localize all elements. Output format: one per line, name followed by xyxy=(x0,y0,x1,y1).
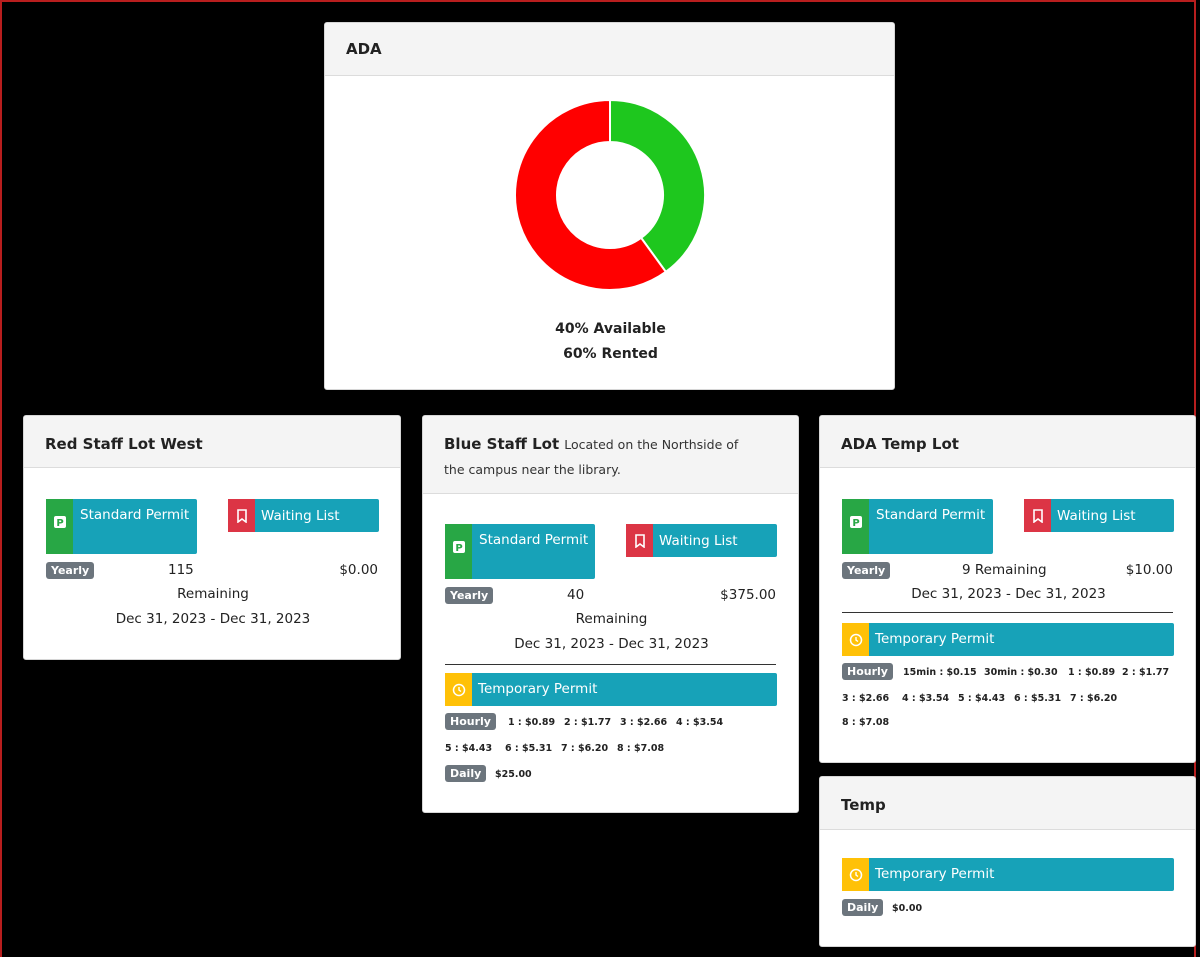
bookmark-icon xyxy=(635,533,645,548)
price: $10.00 xyxy=(1125,562,1173,578)
temporary-permit-label: Temporary Permit xyxy=(478,681,598,697)
rate-item: 3 : $2.66 xyxy=(620,717,668,728)
standard-permit-button[interactable]: P Standard Permit xyxy=(842,499,993,554)
temp-card: Temp Temporary Permit Daily $0.00 xyxy=(819,776,1196,947)
rate-item: 15min : $0.15 xyxy=(903,667,977,678)
waiting-list-label: Waiting List xyxy=(1057,508,1136,524)
waiting-list-button[interactable]: Waiting List xyxy=(228,499,379,532)
waiting-list-label: Waiting List xyxy=(659,533,738,549)
temporary-permit-label: Temporary Permit xyxy=(875,866,995,882)
standard-permit-label: Standard Permit xyxy=(80,507,190,523)
standard-permit-label: Standard Permit xyxy=(876,507,986,523)
standard-permit-button[interactable]: P Standard Permit xyxy=(46,499,197,554)
rented-label: 60% Rented xyxy=(563,346,658,362)
temporary-permit-button[interactable]: Temporary Permit xyxy=(842,623,1174,656)
remaining: 9 Remaining xyxy=(962,562,1047,578)
blue-staff-lot-card: Blue Staff Lot Located on the Northside … xyxy=(422,415,799,813)
price: $0.00 xyxy=(339,562,378,578)
period-badge: Yearly xyxy=(445,587,494,604)
clock-icon xyxy=(849,633,863,646)
temporary-permit-button[interactable]: Temporary Permit xyxy=(842,858,1174,891)
rate-item: 1 : $0.89 xyxy=(1068,667,1116,678)
red-staff-lot-card: Red Staff Lot West P Standard Permit Wai… xyxy=(23,415,401,660)
ada-temp-lot-card: ADA Temp Lot P Standard Permit Waiting L… xyxy=(819,415,1196,763)
blue-lot-header: Blue Staff Lot Located on the Northside … xyxy=(423,416,798,494)
card-subtitle: Located on the Northside of xyxy=(564,437,739,452)
rate-item: 3 : $2.66 xyxy=(842,693,890,704)
ada-temp-lot-header: ADA Temp Lot xyxy=(820,416,1195,468)
period-badge: Yearly xyxy=(842,562,891,579)
date-range: Dec 31, 2023 - Dec 31, 2023 xyxy=(115,611,311,627)
ada-card-header: ADA xyxy=(325,23,894,76)
date-range: Dec 31, 2023 - Dec 31, 2023 xyxy=(514,636,709,652)
temporary-permit-button[interactable]: Temporary Permit xyxy=(445,673,777,706)
rate-item: 8 : $7.08 xyxy=(617,743,665,754)
card-title: ADA xyxy=(346,40,382,58)
rate-item: 2 : $1.77 xyxy=(564,717,612,728)
hourly-badge: Hourly xyxy=(445,713,496,730)
rate-item: 30min : $0.30 xyxy=(984,667,1058,678)
rate-item: 7 : $6.20 xyxy=(561,743,609,754)
period-badge: Yearly xyxy=(46,562,95,579)
waiting-list-button[interactable]: Waiting List xyxy=(626,524,777,557)
rate-item: 5 : $4.43 xyxy=(445,743,493,754)
daily-rate: $0.00 xyxy=(892,903,923,914)
rate-item: 6 : $5.31 xyxy=(505,743,553,754)
rate-item: 1 : $0.89 xyxy=(508,717,556,728)
rate-item: 7 : $6.20 xyxy=(1070,693,1118,704)
bookmark-icon xyxy=(1033,508,1043,523)
clock-icon xyxy=(849,868,863,881)
red-lot-header: Red Staff Lot West xyxy=(24,416,400,468)
waiting-list-button[interactable]: Waiting List xyxy=(1024,499,1174,532)
card-subtitle-2: the campus near the library. xyxy=(444,462,621,477)
date-range: Dec 31, 2023 - Dec 31, 2023 xyxy=(911,586,1106,602)
standard-permit-button[interactable]: P Standard Permit xyxy=(445,524,595,579)
remaining-count: 115 xyxy=(168,562,194,578)
rate-item: 8 : $7.08 xyxy=(842,717,890,728)
bookmark-icon xyxy=(237,508,247,523)
rate-item: 5 : $4.43 xyxy=(958,693,1006,704)
ada-donut-chart xyxy=(514,98,706,291)
clock-icon xyxy=(452,683,466,696)
card-title: Red Staff Lot West xyxy=(45,435,203,453)
ada-card: ADA 40% Available 60% Rented xyxy=(324,22,895,390)
price: $375.00 xyxy=(720,587,776,603)
remaining-count: 40 xyxy=(567,587,585,603)
standard-permit-label: Standard Permit xyxy=(479,532,589,548)
temp-card-header: Temp xyxy=(820,777,1195,830)
rate-item: 4 : $3.54 xyxy=(902,693,950,704)
card-title: Temp xyxy=(841,796,886,814)
waiting-list-label: Waiting List xyxy=(261,508,340,524)
card-title: ADA Temp Lot xyxy=(841,435,959,453)
temporary-permit-label: Temporary Permit xyxy=(875,631,995,647)
daily-badge: Daily xyxy=(842,899,884,916)
rate-item: 4 : $3.54 xyxy=(676,717,724,728)
rate-item: 2 : $1.77 xyxy=(1122,667,1170,678)
daily-rate: $25.00 xyxy=(495,769,532,780)
remaining-word: Remaining xyxy=(575,611,648,627)
hourly-badge: Hourly xyxy=(842,663,893,680)
daily-badge: Daily xyxy=(445,765,487,782)
remaining-word: Remaining xyxy=(177,586,249,602)
rate-item: 6 : $5.31 xyxy=(1014,693,1062,704)
available-label: 40% Available xyxy=(555,321,666,337)
divider xyxy=(842,612,1173,613)
divider xyxy=(445,664,776,665)
card-title: Blue Staff Lot xyxy=(444,435,560,453)
